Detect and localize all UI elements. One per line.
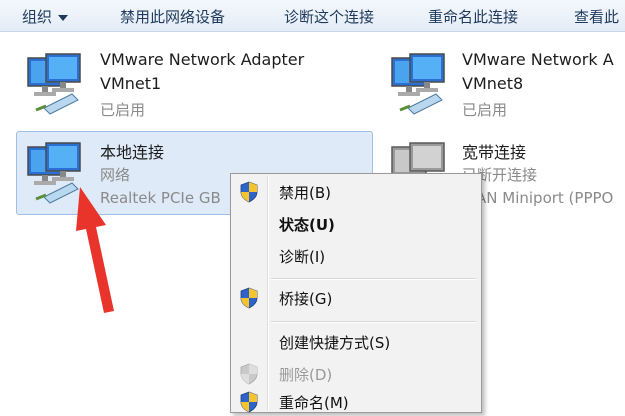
view-status-button[interactable]: 查看此 [574, 6, 619, 27]
adapter-name: 本地连接 [100, 143, 165, 162]
adapter-name: VMware Network A [462, 50, 614, 69]
menu-item-bridge[interactable]: 桥接(G) [233, 284, 479, 312]
adapter-vmnet1[interactable]: VMware Network Adapter VMnet1 已启用 [16, 44, 373, 124]
context-menu: 禁用(B) 状态(U) 诊断(I) 桥接(G) 创建快捷方式(S) 删除(D) [230, 173, 482, 413]
adapter-vmnet8[interactable]: VMware Network A VMnet8 已启用 [380, 44, 625, 124]
adapter-name: VMware Network Adapter [100, 50, 305, 69]
menu-item-label: 桥接(G) [279, 290, 333, 308]
menu-item-diagnose[interactable]: 诊断(I) [233, 242, 479, 270]
uac-shield-icon [240, 391, 258, 413]
adapter-device: WAN Miniport (PPPO [462, 189, 614, 207]
disable-device-button[interactable]: 禁用此网络设备 [120, 6, 225, 27]
organize-menu-button[interactable]: 组织 [22, 6, 69, 27]
uac-shield-disabled-icon [240, 363, 258, 385]
menu-item-rename[interactable]: 重命名(M) [233, 388, 479, 416]
red-annotation-arrow-icon [76, 187, 114, 313]
menu-item-label: 禁用(B) [279, 184, 331, 202]
adapter-name: 宽带连接 [462, 143, 527, 162]
menu-item-disable[interactable]: 禁用(B) [233, 178, 479, 206]
menu-item-label: 重命名(M) [279, 394, 349, 412]
adapter-device: VMnet1 [100, 74, 162, 93]
uac-shield-icon [240, 181, 258, 203]
menu-item-label: 诊断(I) [279, 248, 326, 266]
menu-item-label: 删除(D) [279, 366, 333, 384]
menu-item-delete: 删除(D) [233, 360, 479, 388]
menu-item-create-shortcut[interactable]: 创建快捷方式(S) [233, 328, 479, 356]
uac-shield-icon [240, 287, 258, 309]
adapter-status: 已启用 [462, 101, 508, 119]
menu-separator [271, 278, 476, 280]
organize-label: 组织 [22, 8, 53, 26]
adapter-device: VMnet8 [462, 74, 524, 93]
network-adapter-icon [27, 53, 81, 115]
network-adapter-icon [391, 53, 445, 115]
rename-connection-button[interactable]: 重命名此连接 [428, 6, 518, 27]
diagnose-connection-button[interactable]: 诊断这个连接 [284, 6, 374, 27]
adapter-network: 网络 [100, 166, 131, 184]
adapter-status: 已启用 [100, 101, 146, 119]
menu-separator [271, 321, 476, 323]
chevron-down-icon [58, 14, 69, 21]
menu-item-status[interactable]: 状态(U) [233, 210, 479, 238]
command-bar: 组织 禁用此网络设备 诊断这个连接 重命名此连接 查看此 [0, 0, 625, 32]
menu-item-label: 创建快捷方式(S) [279, 334, 391, 352]
menu-item-label: 状态(U) [279, 216, 335, 234]
